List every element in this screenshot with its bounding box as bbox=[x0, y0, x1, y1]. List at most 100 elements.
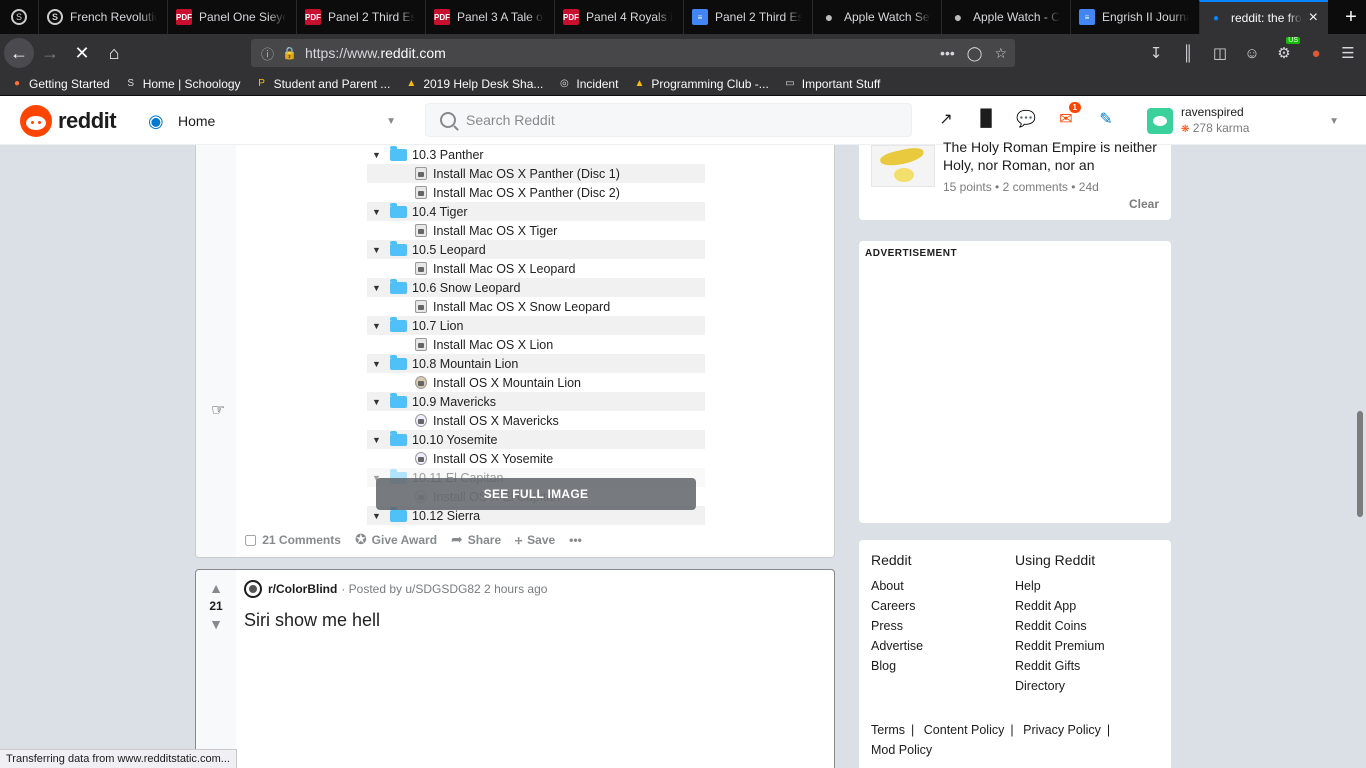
upvote-arrow-icon[interactable]: ▲ bbox=[209, 580, 223, 596]
post-card[interactable]: ▼ 10.3 Panther Install Mac OS X Panther (D… bbox=[195, 145, 835, 558]
page-scrollbar[interactable] bbox=[1357, 411, 1363, 517]
home-feed-icon: ◉ bbox=[148, 110, 164, 131]
page-actions-icon[interactable]: ••• bbox=[940, 45, 955, 62]
subreddit-icon[interactable] bbox=[244, 580, 262, 598]
browser-tab[interactable]: ≡ Engrish II Journa bbox=[1070, 0, 1199, 34]
bookmark-item[interactable]: ● Getting Started bbox=[10, 77, 110, 91]
reddit-logo[interactable]: reddit bbox=[20, 105, 117, 137]
footer-link[interactable]: Reddit App bbox=[1015, 596, 1105, 616]
menu-icon[interactable]: ☰ bbox=[1334, 37, 1362, 69]
vpn-extension-icon[interactable]: ⚙ US bbox=[1270, 37, 1300, 69]
footer-link[interactable]: Reddit Coins bbox=[1015, 616, 1105, 636]
home-button[interactable]: ⌂ bbox=[98, 37, 130, 69]
browser-tab[interactable]: PDF Panel 3 A Tale of bbox=[425, 0, 554, 34]
url-bar[interactable]: ⓘ 🔒 https://www.reddit.com ••• ◯ ☆ bbox=[251, 39, 1015, 67]
installer-app-icon bbox=[415, 186, 427, 199]
pdf-icon: PDF bbox=[305, 9, 321, 25]
create-post-pencil-icon[interactable]: ✎ bbox=[1095, 108, 1117, 130]
post-card[interactable]: ▲ 21 ▼ r/ColorBlind · Posted by u/SDGSDG… bbox=[195, 569, 835, 768]
post-image-file-tree[interactable]: ▼ 10.3 Panther Install Mac OS X Panther (D… bbox=[367, 145, 705, 525]
browser-tab[interactable]: PDF Panel 2 Third Est bbox=[296, 0, 425, 34]
browser-tab[interactable]: ● Apple Watch - C bbox=[941, 0, 1070, 34]
tree-file-row: Install Mac OS X Snow Leopard bbox=[367, 297, 705, 316]
search-input[interactable] bbox=[466, 112, 866, 128]
recent-posts-card: The Holy Roman Empire is neither Holy, n… bbox=[859, 139, 1171, 220]
footer-link[interactable]: Careers bbox=[871, 596, 923, 616]
tree-file-row: Install OS X Mountain Lion bbox=[367, 373, 705, 392]
bookmark-item[interactable]: P Student and Parent ... bbox=[255, 77, 390, 91]
tree-file-row: Install Mac OS X Lion bbox=[367, 335, 705, 354]
pdf-icon: PDF bbox=[176, 9, 192, 25]
mod-policy-link[interactable]: Mod Policy bbox=[871, 743, 932, 757]
post-title[interactable]: Siri show me hell bbox=[244, 610, 380, 631]
footer-link[interactable]: Reddit Premium bbox=[1015, 636, 1105, 656]
bookmark-item[interactable]: ▲ Programming Club -... bbox=[632, 77, 768, 91]
footer-link[interactable]: Blog bbox=[871, 656, 923, 676]
all-stats-icon[interactable]: █ bbox=[975, 108, 997, 130]
recent-post-thumbnail[interactable] bbox=[871, 145, 935, 187]
notification-badge: 1 bbox=[1068, 102, 1081, 113]
back-button[interactable]: ← bbox=[4, 38, 34, 68]
footer-link[interactable]: Advertise bbox=[871, 636, 923, 656]
browser-tab[interactable]: ≡ Panel 2 Third Est bbox=[683, 0, 812, 34]
popular-trending-icon[interactable]: ↗ bbox=[935, 108, 957, 130]
avatar bbox=[1147, 108, 1173, 134]
library-icon[interactable]: ║ bbox=[1174, 37, 1202, 69]
privacy-policy-link[interactable]: Privacy Policy bbox=[1023, 723, 1101, 737]
browser-tab[interactable]: ● reddit: the fro × bbox=[1199, 0, 1328, 34]
url-text[interactable]: https://www.reddit.com bbox=[305, 45, 446, 61]
browser-tab[interactable]: PDF Panel 4 Royals in bbox=[554, 0, 683, 34]
terms-link[interactable]: Terms bbox=[871, 723, 905, 737]
chat-icon[interactable]: 💬 bbox=[1015, 108, 1037, 130]
browser-tab[interactable]: PDF Panel One Sieyes bbox=[167, 0, 296, 34]
user-dropdown[interactable]: ravenspired ❋ 278 karma ▼ bbox=[1147, 104, 1347, 138]
folder-icon bbox=[390, 316, 407, 332]
inbox-mail-icon[interactable]: ✉ 1 bbox=[1055, 102, 1081, 130]
share-button[interactable]: ➦ Share bbox=[451, 531, 501, 548]
browser-tab[interactable]: S French Revolutio bbox=[38, 0, 167, 34]
subreddit-link[interactable]: r/ColorBlind bbox=[268, 582, 337, 596]
tree-folder-row: ▼ 10.5 Leopard bbox=[367, 240, 705, 259]
forward-button[interactable]: → bbox=[34, 37, 66, 69]
footer-link[interactable]: Reddit Gifts bbox=[1015, 656, 1105, 676]
stop-button[interactable]: ✕ bbox=[66, 37, 98, 69]
footer-link[interactable]: About bbox=[871, 576, 923, 596]
content-policy-link[interactable]: Content Policy bbox=[924, 723, 1005, 737]
info-icon[interactable]: ⓘ bbox=[261, 44, 274, 63]
chevron-down-icon: ▼ bbox=[1329, 115, 1339, 127]
clear-recent-button[interactable]: Clear bbox=[1129, 197, 1159, 211]
advertisement-label: ADVERTISEMENT bbox=[865, 248, 958, 259]
search-box[interactable] bbox=[425, 103, 912, 137]
downloads-icon[interactable]: ↧ bbox=[1142, 37, 1170, 69]
downvote-arrow-icon[interactable]: ▼ bbox=[209, 616, 223, 632]
snoo-icon bbox=[20, 105, 52, 137]
save-button[interactable]: ⧾ Save bbox=[515, 531, 555, 548]
tab-label: Panel 3 A Tale of bbox=[457, 10, 544, 24]
bookmark-item[interactable]: ◎ Incident bbox=[557, 77, 618, 91]
bookmark-item[interactable]: ▭ Important Stuff bbox=[783, 77, 880, 91]
bookmark-item[interactable]: S Home | Schoology bbox=[124, 77, 240, 91]
account-icon[interactable]: ☺ bbox=[1238, 37, 1266, 69]
new-tab-button[interactable]: + bbox=[1336, 0, 1366, 34]
comments-button[interactable]: ▢ 21 Comments bbox=[244, 531, 341, 548]
recent-post-title[interactable]: The Holy Roman Empire is neither Holy, n… bbox=[943, 138, 1158, 174]
duckduckgo-icon[interactable]: ● bbox=[1302, 37, 1330, 69]
firefox-icon: ● bbox=[13, 78, 21, 89]
browser-tab[interactable]: ● Apple Watch Ser bbox=[812, 0, 941, 34]
pocket-icon[interactable]: ◯ bbox=[967, 45, 983, 62]
give-award-button[interactable]: ✪ Give Award bbox=[355, 531, 437, 548]
footer-link[interactable]: Directory bbox=[1015, 676, 1105, 696]
more-options-button[interactable]: ••• bbox=[569, 533, 582, 547]
sidebar-icon[interactable]: ◫ bbox=[1206, 37, 1234, 69]
footer-link[interactable]: Press bbox=[871, 616, 923, 636]
see-full-image-button[interactable]: SEE FULL IMAGE bbox=[376, 478, 696, 510]
bookmark-item[interactable]: ▲ 2019 Help Desk Sha... bbox=[404, 77, 543, 91]
footer-link[interactable]: Help bbox=[1015, 576, 1105, 596]
reddit-wordmark: reddit bbox=[58, 108, 117, 133]
bookmark-star-icon[interactable]: ☆ bbox=[994, 45, 1007, 62]
feed-dropdown[interactable]: ◉ Home ▼ bbox=[148, 106, 396, 136]
schoology-pinned-tab[interactable]: S bbox=[0, 0, 38, 34]
post-byline[interactable]: · Posted by u/SDGSDG82 2 hours ago bbox=[341, 582, 547, 596]
close-tab-icon[interactable]: × bbox=[1305, 9, 1318, 27]
hand-cursor-icon: ☞ bbox=[211, 402, 226, 419]
